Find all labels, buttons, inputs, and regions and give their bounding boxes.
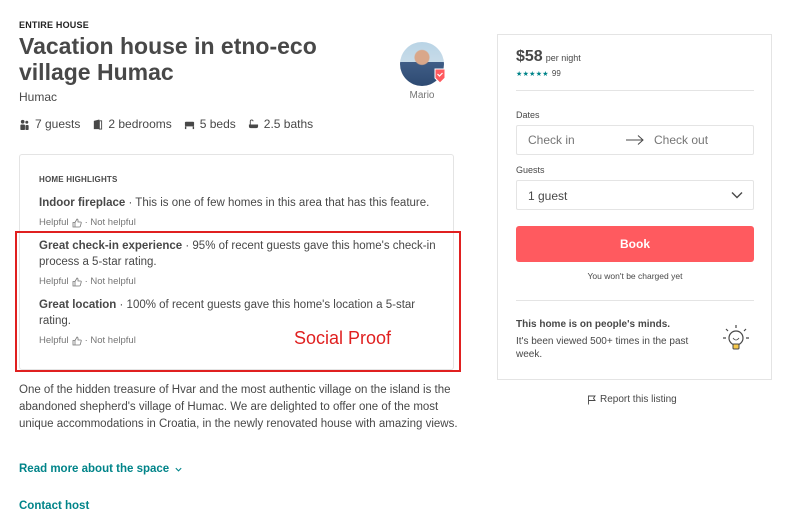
stat-beds: 5 beds [184, 117, 236, 131]
guests-label: Guests [516, 165, 545, 175]
social-proof-annotation: Social Proof [294, 328, 392, 348]
property-type-label: ENTIRE HOUSE [19, 20, 89, 30]
highlight-feedback: Helpful · Not helpful [39, 217, 136, 228]
highlight-text: · This is one of few homes in this area … [125, 197, 430, 209]
report-listing-label[interactable]: Report this listing [600, 394, 677, 405]
guests-select[interactable]: 1 guest [516, 180, 754, 210]
stat-guests: 7 guests [19, 117, 80, 131]
stat-baths-label: 2.5 baths [263, 117, 314, 131]
lightbulb-icon [723, 325, 749, 350]
contact-host-link[interactable]: Contact host [19, 500, 89, 512]
listing-title: Vacation house in etno-eco village Humac [19, 33, 317, 85]
report-listing-link[interactable]: Report this listing [587, 394, 677, 405]
door-icon [94, 118, 103, 130]
star-rating-icon: ★★★★★ [516, 70, 549, 78]
stat-baths: 2.5 baths [248, 117, 313, 131]
listing-location[interactable]: Humac [19, 90, 57, 104]
social-proof-highlight-box [15, 231, 461, 372]
dates-label: Dates [516, 110, 540, 120]
superhost-badge-icon [434, 68, 446, 84]
listing-description: One of the hidden treasure of Hvar and t… [19, 384, 458, 430]
listing-stats: 7 guests 2 bedrooms 5 beds 2.5 baths [19, 117, 325, 131]
chevron-down-icon[interactable] [174, 465, 183, 474]
price-amount: $58 [516, 48, 543, 65]
highlight-title: Indoor fireplace [39, 197, 126, 209]
thumbs-up-icon[interactable] [72, 218, 82, 228]
stat-guests-label: 7 guests [35, 117, 81, 131]
helpful-link[interactable]: Helpful [39, 217, 69, 228]
check-in-input[interactable]: Check in [528, 133, 575, 147]
stat-beds-label: 5 beds [199, 117, 236, 131]
date-range-picker: Check in Check out [516, 125, 754, 155]
divider [516, 90, 754, 91]
price-display: $58 per night [516, 48, 581, 66]
bathtub-icon [248, 119, 258, 128]
guests-icon [20, 119, 29, 130]
flag-icon[interactable] [587, 395, 597, 405]
host-profile[interactable]: Mario [397, 42, 447, 101]
no-charge-note: You won't be charged yet [587, 271, 683, 281]
check-out-input[interactable]: Check out [654, 133, 708, 147]
divider [516, 300, 754, 301]
arrow-right-icon [626, 135, 644, 145]
popularity-text: It's been viewed 500+ times in the past … [516, 336, 689, 360]
guests-value[interactable]: 1 guest [528, 189, 567, 203]
popularity-title: This home is on people's minds. [516, 319, 671, 330]
stat-bedrooms: 2 bedrooms [92, 117, 172, 131]
host-avatar[interactable] [400, 42, 446, 86]
host-name[interactable]: Mario [397, 90, 447, 101]
bed-icon [184, 121, 194, 129]
rating-summary[interactable]: ★★★★★ 99 [516, 69, 561, 78]
read-more-label[interactable]: Read more about the space [19, 463, 169, 475]
book-button[interactable]: Book [516, 226, 754, 262]
highlight-item: Indoor fireplace · This is one of few ho… [39, 195, 444, 211]
price-unit: per night [545, 53, 581, 63]
highlights-heading: HOME HIGHLIGHTS [39, 175, 118, 184]
chevron-down-icon[interactable] [731, 190, 743, 200]
review-count[interactable]: 99 [552, 69, 561, 78]
not-helpful-link[interactable]: · Not helpful [85, 217, 136, 228]
booking-widget: $58 per night ★★★★★ 99 Dates Check in Ch… [497, 34, 772, 380]
stat-bedrooms-label: 2 bedrooms [108, 117, 172, 131]
read-more-link[interactable]: Read more about the space [19, 463, 183, 475]
